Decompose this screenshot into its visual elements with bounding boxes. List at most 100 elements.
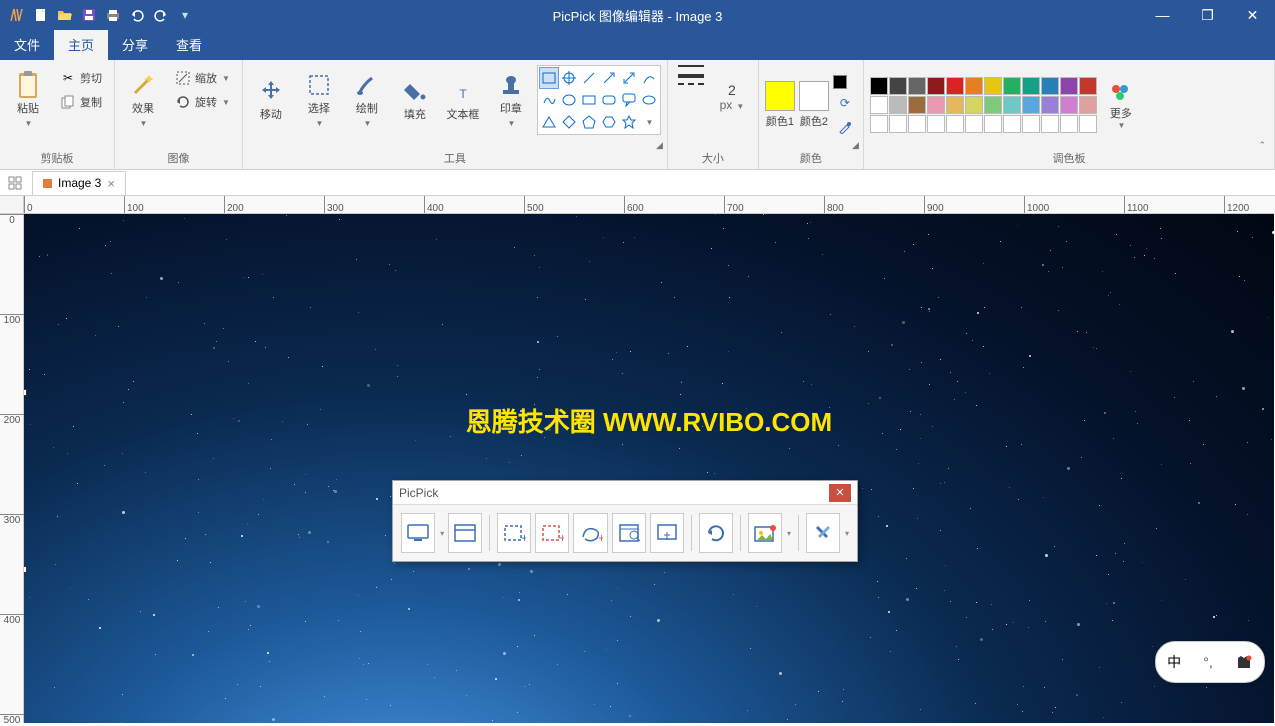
line-style-list[interactable] [674, 63, 708, 108]
shape-roundrect[interactable] [599, 89, 619, 111]
palette-swatch[interactable] [965, 96, 983, 114]
color2-swatch[interactable] [799, 81, 829, 111]
capture-region-icon[interactable]: + [497, 513, 531, 553]
tab-close-icon[interactable]: × [107, 176, 115, 191]
fill-tool[interactable]: 填充 [393, 63, 437, 135]
ime-lang[interactable]: 中 [1167, 652, 1181, 672]
select-tool[interactable]: 选择▼ [297, 63, 341, 135]
repeat-capture-icon[interactable] [699, 513, 733, 553]
palette-swatch[interactable] [927, 115, 945, 133]
shape-curve[interactable] [639, 67, 659, 89]
shape-cloud[interactable] [639, 89, 659, 111]
swap-colors-icon[interactable]: ⟳ [833, 93, 857, 113]
app-icon[interactable] [6, 4, 28, 26]
qat-more-icon[interactable]: ▾ [174, 4, 196, 26]
palette-swatch[interactable] [908, 77, 926, 95]
print-icon[interactable] [102, 4, 124, 26]
resize-handle[interactable] [24, 566, 27, 573]
palette-swatch[interactable] [946, 115, 964, 133]
palette-swatch[interactable] [927, 96, 945, 114]
palette-swatch[interactable] [984, 115, 1002, 133]
shape-target[interactable] [559, 67, 579, 89]
shape-arrow[interactable] [599, 67, 619, 89]
shape-hexagon[interactable] [599, 111, 619, 133]
text-tool[interactable]: T文本框 [441, 63, 485, 135]
resize-button[interactable]: 缩放▼ [169, 67, 236, 89]
palette-swatch[interactable] [1079, 115, 1097, 133]
ruler-horizontal[interactable]: 0100200300400500600700800900100011001200 [24, 196, 1275, 214]
shape-star[interactable] [619, 111, 639, 133]
more-colors-button[interactable]: 更多▼ [1101, 71, 1141, 139]
shape-pentagon[interactable] [579, 111, 599, 133]
copy-button[interactable]: 复制 [54, 91, 108, 113]
draw-tool[interactable]: 绘制▼ [345, 63, 389, 135]
rotate-button[interactable]: 旋转▼ [169, 91, 236, 113]
shape-triangle[interactable] [539, 111, 559, 133]
palette-swatch[interactable] [889, 115, 907, 133]
thumbnails-icon[interactable] [4, 172, 26, 194]
shape-rect2[interactable] [579, 89, 599, 111]
shape-ellipse[interactable] [559, 89, 579, 111]
menu-view[interactable]: 查看 [162, 29, 216, 60]
image-document[interactable]: 恩腾技术圈 WWW.RVIBO.COM [24, 214, 1274, 723]
palette-swatch[interactable] [1060, 115, 1078, 133]
palette-swatch[interactable] [870, 96, 888, 114]
ime-punct-icon[interactable]: °, [1203, 654, 1213, 670]
palette-swatch[interactable] [1022, 96, 1040, 114]
shape-line[interactable] [579, 67, 599, 89]
palette-swatch[interactable] [870, 77, 888, 95]
ime-skin-icon[interactable] [1235, 654, 1253, 670]
palette-swatch[interactable] [1079, 77, 1097, 95]
close-button[interactable]: ✕ [1230, 0, 1275, 30]
capture-window-icon[interactable] [448, 513, 482, 553]
ruler-vertical[interactable]: 0100200300400500 [0, 214, 24, 723]
palette-swatch[interactable] [1041, 115, 1059, 133]
palette-swatch[interactable] [1041, 96, 1059, 114]
maximize-button[interactable]: ❐ [1185, 0, 1230, 30]
float-close-button[interactable]: ✕ [829, 484, 851, 502]
palette-swatch[interactable] [908, 115, 926, 133]
shape-more[interactable]: ▼ [639, 111, 659, 133]
minimize-button[interactable]: — [1140, 0, 1185, 30]
picpick-float-toolbar[interactable]: PicPick ✕ ▾ + + + ▾ ▾ [392, 480, 858, 562]
group-launcher-icon[interactable]: ◢ [852, 140, 859, 151]
color1-swatch[interactable] [765, 81, 795, 111]
open-icon[interactable] [54, 4, 76, 26]
palette-swatch[interactable] [889, 96, 907, 114]
palette-swatch[interactable] [1041, 77, 1059, 95]
palette-swatch[interactable] [965, 115, 983, 133]
palette-swatch[interactable] [1003, 96, 1021, 114]
palette-swatch[interactable] [1022, 115, 1040, 133]
palette-swatch[interactable] [1003, 115, 1021, 133]
redo-icon[interactable] [150, 4, 172, 26]
move-tool[interactable]: 移动 [249, 63, 293, 135]
document-tab[interactable]: Image 3 × [32, 171, 126, 195]
cut-button[interactable]: ✂剪切 [54, 67, 108, 89]
mini-swatch[interactable] [833, 75, 847, 89]
shape-diamond[interactable] [559, 111, 579, 133]
capture-fullscreen-icon[interactable] [401, 513, 435, 553]
ribbon-collapse-icon[interactable]: ⌃ [1258, 140, 1266, 151]
editor-icon[interactable] [748, 513, 782, 553]
palette-swatch[interactable] [870, 115, 888, 133]
palette-swatch[interactable] [927, 77, 945, 95]
palette-swatch[interactable] [908, 96, 926, 114]
undo-icon[interactable] [126, 4, 148, 26]
color-palette[interactable] [870, 77, 1097, 133]
tools-icon[interactable] [806, 513, 840, 553]
eyedropper-icon[interactable] [833, 117, 857, 137]
menu-share[interactable]: 分享 [108, 29, 162, 60]
shape-spline[interactable] [539, 89, 559, 111]
palette-swatch[interactable] [984, 96, 1002, 114]
menu-home[interactable]: 主页 [54, 29, 108, 60]
shape-callout[interactable] [619, 89, 639, 111]
palette-swatch[interactable] [984, 77, 1002, 95]
shape-double-arrow[interactable] [619, 67, 639, 89]
paste-button[interactable]: 粘贴▼ [6, 63, 50, 135]
palette-swatch[interactable] [946, 77, 964, 95]
palette-swatch[interactable] [965, 77, 983, 95]
palette-swatch[interactable] [1003, 77, 1021, 95]
group-launcher-icon[interactable]: ◢ [656, 140, 663, 151]
palette-swatch[interactable] [1060, 77, 1078, 95]
stroke-size[interactable]: 2 px ▼ [712, 63, 752, 131]
